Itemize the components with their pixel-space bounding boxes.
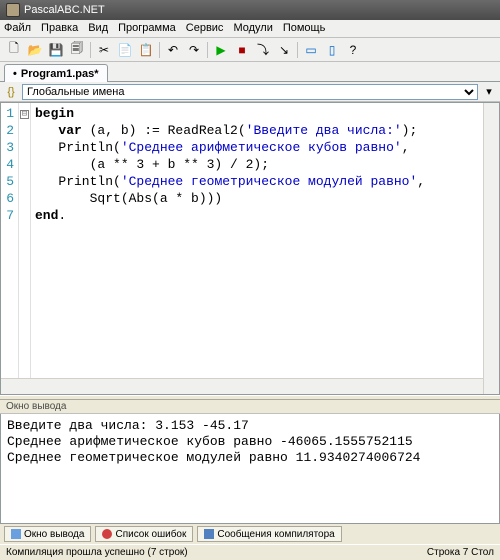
menu-file[interactable]: Файл [4, 22, 31, 35]
stepover-button[interactable]: ⤵ [253, 40, 273, 60]
titlebar: PascalABC.NET [0, 0, 500, 20]
separator [159, 42, 160, 58]
window1-button[interactable]: ▭ [301, 40, 321, 60]
nav-bar: {} Глобальные имена ▾ [0, 82, 500, 102]
status-compile: Компиляция прошла успешно (7 строк) [6, 547, 188, 558]
copy-button[interactable]: 📄 [115, 40, 135, 60]
menu-program[interactable]: Программа [118, 22, 176, 35]
cut-button[interactable]: ✂ [94, 40, 114, 60]
menubar: Файл Правка Вид Программа Сервис Модули … [0, 20, 500, 38]
statusbar: Компиляция прошла успешно (7 строк) Стро… [0, 544, 500, 560]
dropdown-icon[interactable]: ▾ [482, 85, 496, 99]
bottom-tabs: Окно вывода Список ошибок Сообщения комп… [0, 524, 500, 544]
scrollbar-vertical[interactable] [483, 103, 499, 394]
run-button[interactable]: ▶ [211, 40, 231, 60]
toolbar: 🗋 📂 💾 🗐 ✂ 📄 📋 ↶ ↷ ▶ ■ ⤵ ↘ ▭ ▯ ? [0, 38, 500, 62]
output-header: Окно вывода [0, 400, 500, 414]
open-button[interactable]: 📂 [25, 40, 45, 60]
braces-icon: {} [4, 85, 18, 99]
tab-compiler[interactable]: Сообщения компилятора [197, 526, 341, 542]
output-icon [11, 529, 21, 539]
save-button[interactable]: 💾 [46, 40, 66, 60]
menu-service[interactable]: Сервис [186, 22, 224, 35]
file-tabs: • Program1.pas* [0, 62, 500, 82]
output-line: Среднее арифметическое кубов равно -4606… [7, 434, 413, 449]
app-icon [6, 3, 20, 17]
fold-icon[interactable]: ⊟ [20, 110, 29, 119]
code-area[interactable]: begin var (a, b) := ReadReal2('Введите д… [31, 103, 499, 394]
scrollbar-horizontal[interactable] [1, 378, 483, 394]
help-button[interactable]: ? [343, 40, 363, 60]
tab-dirty-marker: • [13, 68, 17, 80]
output-panel[interactable]: Введите два числа: 3.153 -45.17 Среднее … [0, 414, 500, 524]
menu-help[interactable]: Помощь [283, 22, 326, 35]
stop-button[interactable]: ■ [232, 40, 252, 60]
fold-column[interactable]: ⊟ [19, 103, 31, 394]
error-icon [102, 529, 112, 539]
output-line: Среднее геометрическое модулей равно 11.… [7, 450, 420, 465]
compiler-icon [204, 529, 214, 539]
paste-button[interactable]: 📋 [136, 40, 156, 60]
line-gutter: 1 2 3 4 5 6 7 [1, 103, 19, 394]
code-editor[interactable]: 1 2 3 4 5 6 7 ⊟ begin var (a, b) := Read… [0, 102, 500, 395]
window-title: PascalABC.NET [24, 4, 105, 16]
menu-modules[interactable]: Модули [233, 22, 272, 35]
saveall-button[interactable]: 🗐 [67, 40, 87, 60]
menu-view[interactable]: Вид [88, 22, 108, 35]
tab-label: Program1.pas* [21, 68, 99, 80]
undo-button[interactable]: ↶ [163, 40, 183, 60]
redo-button[interactable]: ↷ [184, 40, 204, 60]
menu-edit[interactable]: Правка [41, 22, 78, 35]
separator [297, 42, 298, 58]
output-line: Введите два числа: 3.153 -45.17 [7, 418, 249, 433]
tab-output[interactable]: Окно вывода [4, 526, 91, 542]
scope-dropdown[interactable]: Глобальные имена [22, 84, 478, 100]
separator [90, 42, 91, 58]
status-cursor: Строка 7 Стол [427, 547, 494, 558]
window2-button[interactable]: ▯ [322, 40, 342, 60]
separator [207, 42, 208, 58]
stepin-button[interactable]: ↘ [274, 40, 294, 60]
new-button[interactable]: 🗋 [4, 40, 24, 60]
tab-program1[interactable]: • Program1.pas* [4, 64, 108, 82]
tab-errors[interactable]: Список ошибок [95, 526, 193, 542]
